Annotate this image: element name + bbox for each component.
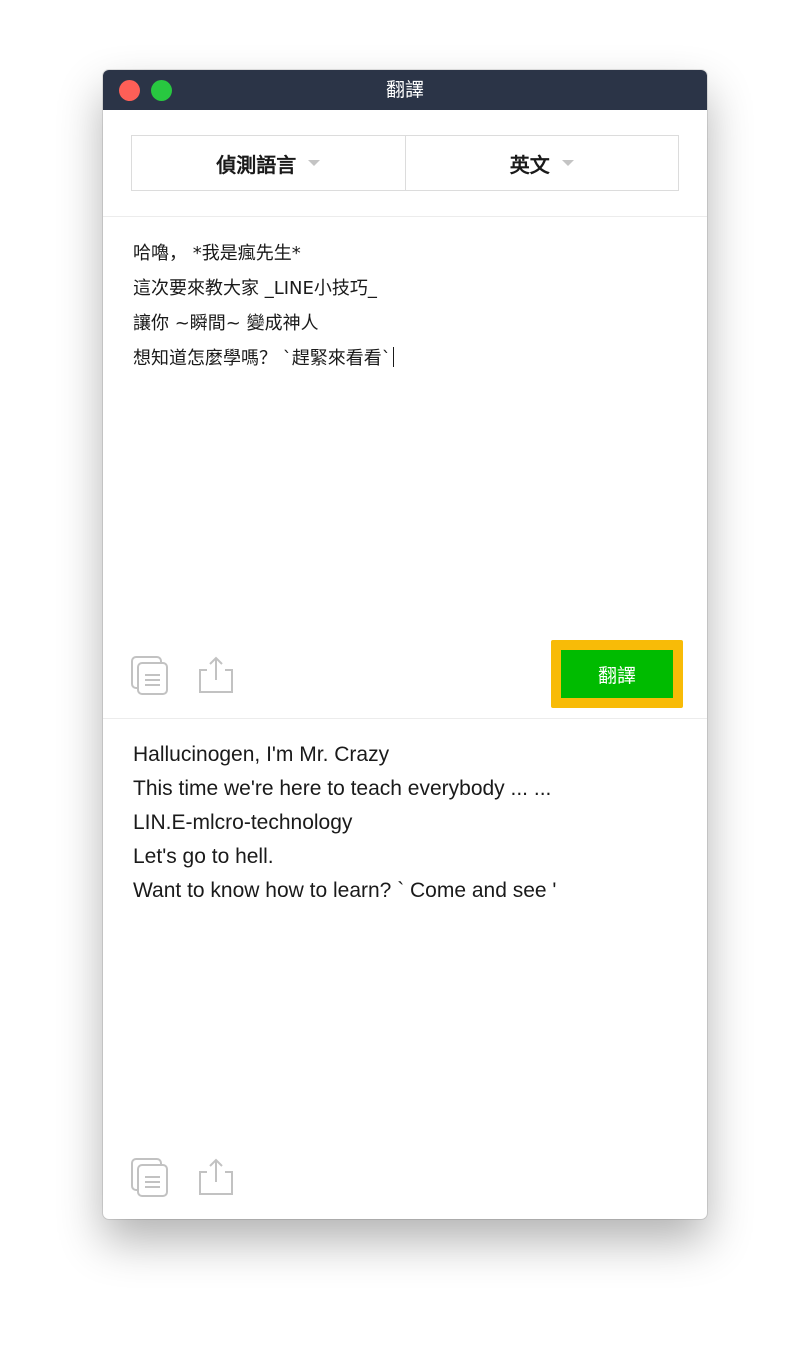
- window-title: 翻譯: [385, 79, 424, 101]
- text-cursor: [392, 347, 394, 367]
- caret-down-icon: [308, 160, 321, 166]
- target-language-dropdown[interactable]: 英文: [404, 136, 679, 190]
- share-icon: [199, 656, 233, 693]
- copy-result-button[interactable]: [129, 1156, 171, 1198]
- source-text: 哈嚕， *我是瘋先生* 這次要來教大家 _LINE小技巧_ 讓你 ~瞬間~ 變成…: [133, 243, 391, 369]
- source-language-label: 偵測語言: [216, 152, 297, 177]
- source-text-input[interactable]: 哈嚕， *我是瘋先生* 這次要來教大家 _LINE小技巧_ 讓你 ~瞬間~ 變成…: [133, 236, 678, 376]
- translate-window: 翻譯 偵測語言 英文 哈嚕， *我是瘋先生* 這次要來教大家 _LINE小技巧_…: [103, 70, 707, 1219]
- copy-source-button[interactable]: [129, 654, 171, 696]
- divider: [103, 718, 707, 719]
- divider: [103, 216, 707, 217]
- language-selector: 偵測語言 英文: [131, 135, 679, 191]
- share-result-button[interactable]: [195, 1156, 237, 1198]
- source-language-dropdown[interactable]: 偵測語言: [132, 136, 405, 190]
- share-icon: [199, 1158, 233, 1195]
- translate-button[interactable]: 翻譯: [561, 650, 673, 698]
- translation-result: Hallucinogen, I'm Mr. Crazy This time we…: [133, 743, 557, 902]
- target-language-label: 英文: [509, 152, 550, 177]
- title-bar[interactable]: 翻譯: [103, 70, 707, 110]
- caret-down-icon: [561, 160, 574, 166]
- share-source-button[interactable]: [195, 654, 237, 696]
- copy-icon: [131, 1158, 168, 1197]
- copy-icon: [131, 656, 168, 695]
